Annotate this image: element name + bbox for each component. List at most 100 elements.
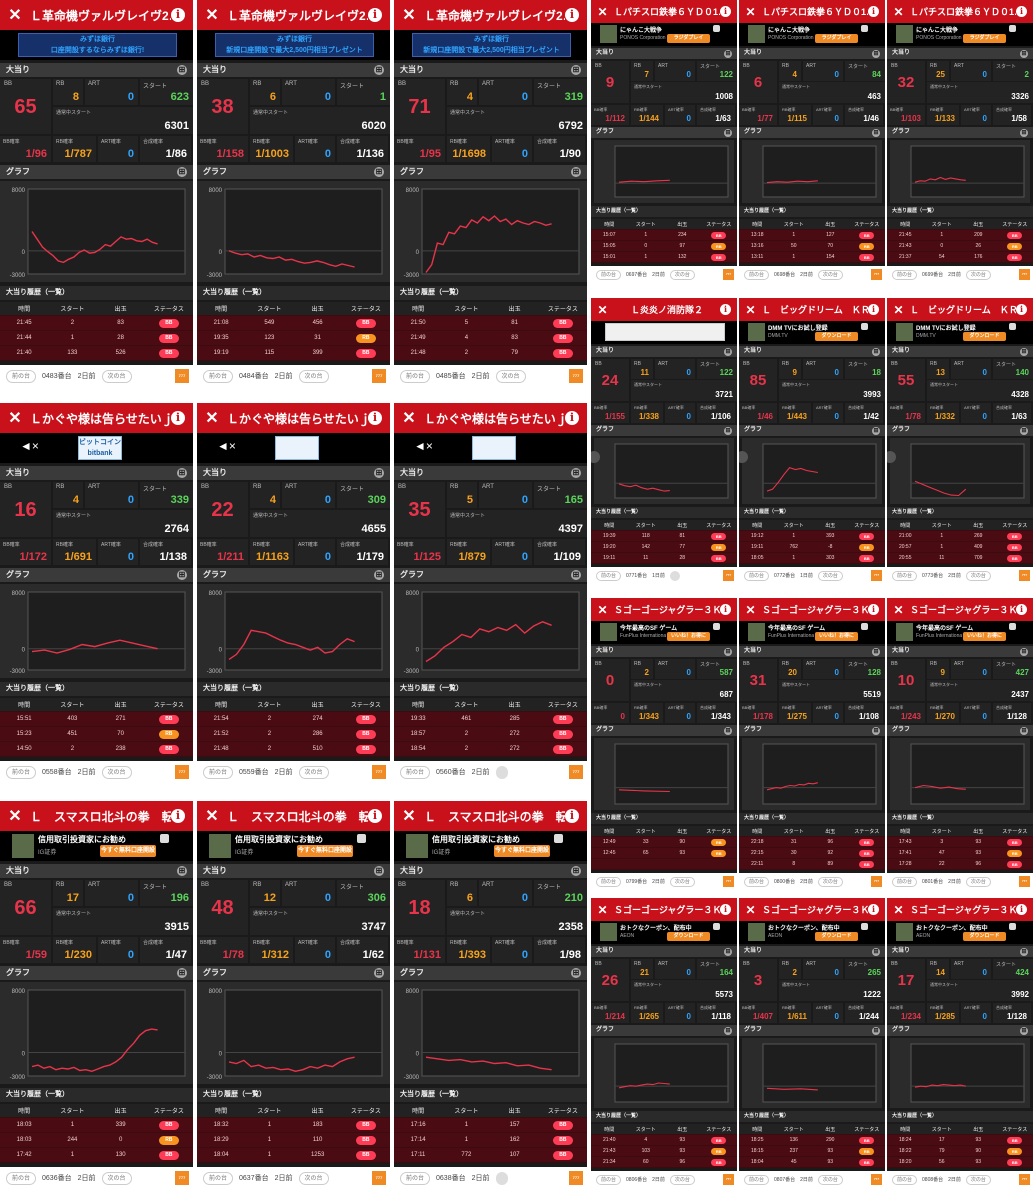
app-logo[interactable]: 777 [372, 369, 386, 383]
table-row[interactable]: 18:15 237 93 RB [739, 1146, 885, 1157]
table-row[interactable]: 13:18 1 127 BB [739, 230, 885, 241]
table-row[interactable]: 13:16 50 70 RB [739, 241, 885, 252]
table-row[interactable]: 17:43 3 93 BB [887, 837, 1033, 848]
table-row[interactable]: 18:25 136 290 BB [739, 1135, 885, 1146]
expand-icon[interactable]: ⊞ [724, 426, 732, 435]
table-row[interactable]: 21:43 103 93 RB [591, 1146, 737, 1157]
table-row[interactable]: 18:54 2 272 BB [394, 742, 587, 757]
ad-thumbnail[interactable] [896, 623, 913, 641]
expand-icon[interactable]: ⊞ [872, 426, 880, 435]
expand-icon[interactable]: ⊞ [872, 347, 880, 356]
info-icon[interactable]: i [720, 304, 731, 315]
close-icon[interactable]: ✕ [394, 5, 424, 25]
table-row[interactable]: 17:42 1 130 BB [0, 1148, 193, 1163]
ad-cta-button[interactable]: いいね！お得に [667, 632, 710, 641]
expand-icon[interactable]: ⊞ [724, 49, 732, 58]
prev-machine-button[interactable]: 前の台 [744, 876, 770, 887]
next-machine-button[interactable]: 次の台 [298, 1171, 329, 1185]
close-icon[interactable]: ✕ [394, 408, 424, 428]
ad-info-icon[interactable] [861, 323, 868, 330]
info-icon[interactable]: i [171, 8, 185, 22]
app-logo[interactable]: 777 [723, 269, 734, 280]
table-row[interactable]: 17:11 772 107 BB [394, 1148, 587, 1163]
info-icon[interactable]: i [368, 411, 382, 425]
expand-icon[interactable]: ⊞ [724, 1026, 732, 1035]
table-row[interactable]: 21:40 4 93 BB [591, 1135, 737, 1146]
table-row[interactable]: 12:49 33 90 RB [591, 837, 737, 848]
table-row[interactable]: 21:45 2 83 BB [0, 316, 193, 331]
app-logo[interactable]: 777 [372, 765, 386, 779]
app-logo[interactable]: 777 [871, 570, 882, 581]
ad-headline[interactable]: おトクなクーポン、配布中 [916, 923, 1000, 932]
table-row[interactable]: 17:16 1 157 BB [394, 1118, 587, 1133]
table-row[interactable]: 20:55 11 709 BB [887, 553, 1033, 564]
ad-banner[interactable] [605, 323, 725, 341]
expand-icon[interactable]: ⊞ [374, 968, 384, 978]
next-machine-button[interactable]: 次の台 [101, 765, 132, 779]
app-logo[interactable]: 777 [175, 765, 189, 779]
next-machine-button[interactable]: 次の台 [965, 1174, 991, 1185]
close-icon[interactable]: ✕ [739, 5, 762, 19]
ad-headline[interactable]: にゃんこ大戦争 [916, 25, 1000, 34]
expand-icon[interactable]: ⊞ [724, 128, 732, 137]
app-logo[interactable]: 777 [1019, 269, 1030, 280]
ad-info-icon[interactable] [1009, 323, 1016, 330]
ad-thumbnail[interactable] [896, 323, 913, 341]
table-row[interactable]: 21:37 54 176 BB [887, 252, 1033, 263]
table-row[interactable]: 21:45 1 209 BB [887, 230, 1033, 241]
table-row[interactable]: 19:12 1 393 BB [739, 531, 885, 542]
ad-cta-button[interactable]: ダウンロード [815, 932, 858, 941]
table-row[interactable]: 15:05 0 97 RB [591, 241, 737, 252]
ad-cta-button[interactable]: ダウンロード [667, 932, 710, 941]
expand-icon[interactable]: ⊞ [374, 468, 384, 478]
table-row[interactable]: 21:50 5 81 BB [394, 316, 587, 331]
expand-icon[interactable]: ⊞ [571, 65, 581, 75]
expand-icon[interactable]: ⊞ [872, 49, 880, 58]
prev-machine-button[interactable]: 前の台 [744, 570, 770, 581]
ad-cta-button[interactable]: ダウンロード [963, 332, 1006, 341]
next-machine-button[interactable]: 次の台 [965, 876, 991, 887]
app-logo[interactable]: 777 [569, 765, 583, 779]
table-row[interactable]: 18:32 1 183 BB [197, 1118, 390, 1133]
table-row[interactable]: 15:23 451 70 RB [0, 727, 193, 742]
table-row[interactable]: 21:48 2 79 BB [394, 346, 587, 361]
prev-machine-button[interactable]: 前の台 [6, 369, 37, 383]
ad-cta-button[interactable]: ラジダプレイ [963, 34, 1006, 43]
table-row[interactable]: 21:49 4 83 BB [394, 331, 587, 346]
close-icon[interactable]: ✕ [197, 806, 227, 826]
info-icon[interactable]: i [720, 904, 731, 915]
app-logo[interactable]: 777 [1019, 570, 1030, 581]
info-icon[interactable]: i [565, 809, 579, 823]
app-logo[interactable]: 777 [175, 369, 189, 383]
next-machine-button[interactable]: 次の台 [669, 1174, 695, 1185]
table-row[interactable]: 18:24 17 93 BB [887, 1135, 1033, 1146]
table-row[interactable]: 15:01 1 132 BB [591, 252, 737, 263]
table-row[interactable]: 14:50 2 238 BB [0, 742, 193, 757]
ad-info-icon[interactable] [357, 834, 366, 843]
info-icon[interactable]: i [565, 411, 579, 425]
ad-info-icon[interactable] [160, 834, 169, 843]
ad-cta-button[interactable]: いいね！お得に [815, 632, 858, 641]
next-machine-button[interactable] [495, 765, 508, 779]
ad-headline[interactable]: にゃんこ大戦争 [620, 25, 704, 34]
prev-machine-button[interactable]: 前の台 [400, 369, 431, 383]
ad-cta-button[interactable]: いいね！お得に [963, 632, 1006, 641]
ad-thumbnail[interactable] [12, 834, 34, 858]
next-machine-button[interactable]: 次の台 [101, 369, 132, 383]
table-row[interactable]: 18:05 1 303 BB [739, 553, 885, 564]
expand-icon[interactable]: ⊞ [1020, 1026, 1028, 1035]
table-row[interactable]: 18:04 1 1253 BB [197, 1148, 390, 1163]
prev-machine-button[interactable]: 前の台 [892, 269, 918, 280]
prev-machine-button[interactable]: 前の台 [203, 1171, 234, 1185]
ad-info-icon[interactable] [713, 25, 720, 32]
prev-machine-button[interactable]: 前の台 [596, 1174, 622, 1185]
next-machine-button[interactable]: 次の台 [495, 369, 526, 383]
ad-thumbnail[interactable] [748, 323, 765, 341]
mute-icon[interactable]: ◄× [414, 439, 433, 453]
table-row[interactable]: 18:57 2 272 BB [394, 727, 587, 742]
info-icon[interactable]: i [171, 411, 185, 425]
close-icon[interactable]: ✕ [887, 603, 910, 617]
expand-icon[interactable]: ⊞ [724, 947, 732, 956]
next-machine-button[interactable]: 次の台 [965, 570, 991, 581]
info-icon[interactable]: i [868, 304, 879, 315]
